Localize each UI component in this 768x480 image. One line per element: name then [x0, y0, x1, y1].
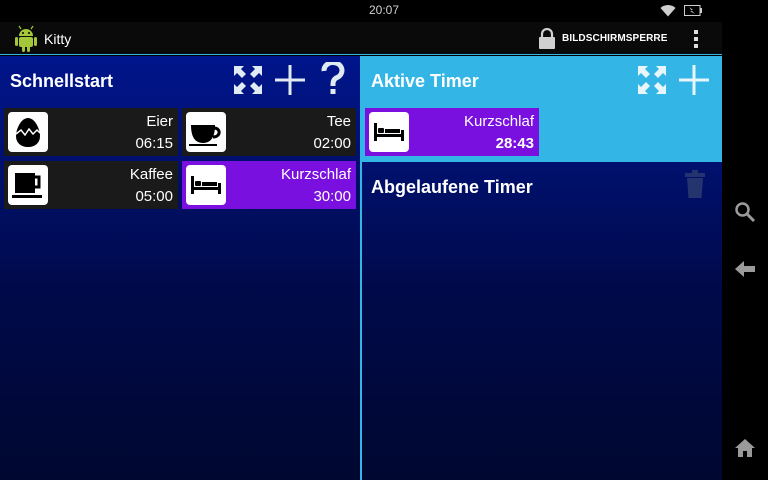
home-icon[interactable]: [734, 438, 756, 458]
overflow-menu-icon[interactable]: [690, 29, 702, 49]
quickstart-tile-tee[interactable]: Tee 02:00: [182, 108, 356, 156]
quickstart-tile-eier[interactable]: Eier 06:15: [4, 108, 178, 156]
add-quickstart-icon[interactable]: [274, 64, 306, 96]
tile-time: 06:15: [135, 135, 173, 152]
teacup-icon: [186, 112, 226, 152]
timers-panel: Aktive Timer Kurzschlaf 28:43 Abgelaufen…: [362, 56, 722, 480]
add-timer-icon[interactable]: [678, 64, 710, 96]
battery-icon: [684, 5, 702, 16]
active-timers-section: Aktive Timer Kurzschlaf 28:43: [362, 56, 722, 162]
expired-timers-title: Abgelaufene Timer: [371, 177, 533, 197]
tile-time: 30:00: [313, 188, 351, 205]
quickstart-tile-kaffee[interactable]: Kaffee 05:00: [4, 161, 178, 209]
tile-name: Kaffee: [129, 166, 173, 183]
bed-icon: [186, 165, 226, 205]
wifi-icon: [660, 5, 676, 17]
tile-name: Kurzschlaf: [280, 166, 351, 183]
lock-icon[interactable]: [538, 28, 556, 49]
active-timer-kurzschlaf[interactable]: Kurzschlaf 28:43: [365, 108, 539, 156]
tile-name: Tee: [326, 113, 351, 130]
tile-time: 02:00: [313, 135, 351, 152]
active-timers-title: Aktive Timer: [371, 71, 479, 91]
bed-icon: [369, 112, 409, 152]
quickstart-tile-kurzschlaf[interactable]: Kurzschlaf 30:00: [182, 161, 356, 209]
status-clock: 20:07: [368, 3, 400, 17]
trash-icon[interactable]: [684, 169, 706, 199]
action-bar: Kitty BILDSCHIRMSPERRE: [0, 22, 722, 55]
quickstart-title: Schnellstart: [10, 71, 114, 91]
back-icon[interactable]: [734, 260, 756, 278]
screen-lock-button[interactable]: BILDSCHIRMSPERRE: [562, 33, 668, 44]
expand-icon[interactable]: [636, 64, 668, 96]
help-icon[interactable]: [321, 62, 345, 96]
tile-name: Eier: [146, 113, 173, 130]
tile-time: 05:00: [135, 188, 173, 205]
search-icon[interactable]: [734, 201, 756, 223]
status-bar: 20:07: [0, 0, 722, 22]
quickstart-panel: Schnellstart Eier 06:15 Tee 02:00 Kaffee…: [0, 56, 360, 480]
expand-icon[interactable]: [232, 64, 264, 96]
egg-icon: [8, 112, 48, 152]
tile-name: Kurzschlaf: [463, 113, 534, 130]
navigation-bar: [722, 0, 768, 480]
android-app-icon: [15, 25, 37, 52]
tile-time: 28:43: [495, 135, 534, 152]
app-title: Kitty: [44, 31, 72, 47]
coffee-cup-icon: [8, 165, 48, 205]
